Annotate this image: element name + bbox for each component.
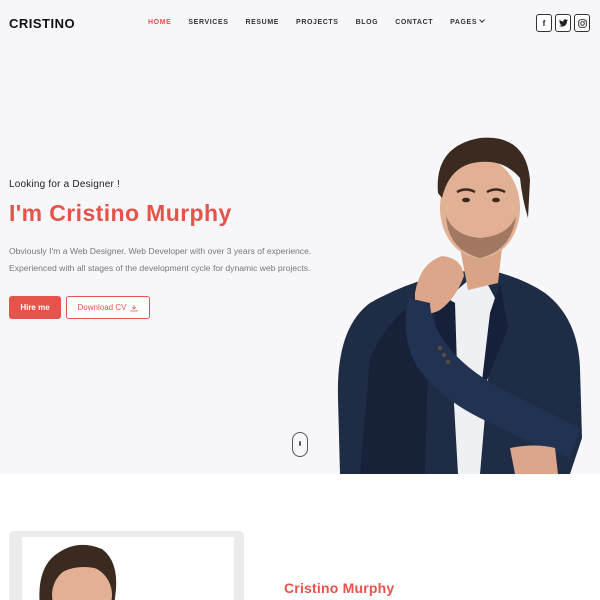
hero-section: Looking for a Designer ! I'm Cristino Mu… — [0, 48, 600, 474]
download-icon — [131, 304, 138, 311]
download-cv-button[interactable]: Download CV — [66, 296, 150, 319]
site-header: CRISTINO HOME SERVICES RESUME PROJECTS B… — [0, 0, 600, 48]
nav-home[interactable]: HOME — [148, 19, 171, 26]
main-nav: HOME SERVICES RESUME PROJECTS BLOG CONTA… — [148, 17, 501, 26]
nav-blog[interactable]: BLOG — [356, 19, 379, 26]
social-links: f — [536, 14, 593, 32]
chevron-down-icon — [479, 17, 485, 23]
nav-pages[interactable]: PAGES — [450, 17, 485, 26]
download-cv-label: Download CV — [77, 303, 127, 312]
instagram-icon[interactable] — [574, 14, 590, 32]
facebook-icon[interactable]: f — [536, 14, 552, 32]
nav-services[interactable]: SERVICES — [188, 19, 228, 26]
twitter-icon[interactable] — [555, 14, 571, 32]
nav-contact[interactable]: CONTACT — [395, 19, 433, 26]
nav-resume[interactable]: RESUME — [245, 19, 279, 26]
scroll-down-icon[interactable] — [292, 432, 308, 457]
facebook-glyph: f — [542, 18, 546, 28]
hero-title: I'm Cristino Murphy — [9, 200, 232, 226]
nav-pages-label: PAGES — [450, 19, 478, 26]
hero-intro: Looking for a Designer ! — [9, 179, 120, 190]
nav-projects[interactable]: PROJECTS — [296, 19, 339, 26]
hero-portrait — [337, 137, 582, 474]
about-name: Cristino Murphy — [284, 580, 395, 596]
about-photo — [22, 537, 234, 600]
hero-description: Obviously I'm a Web Designer. Web Develo… — [9, 246, 312, 273]
site-logo[interactable]: CRISTINO — [9, 16, 75, 31]
about-portrait — [39, 544, 117, 600]
hire-me-button[interactable]: Hire me — [9, 296, 61, 319]
